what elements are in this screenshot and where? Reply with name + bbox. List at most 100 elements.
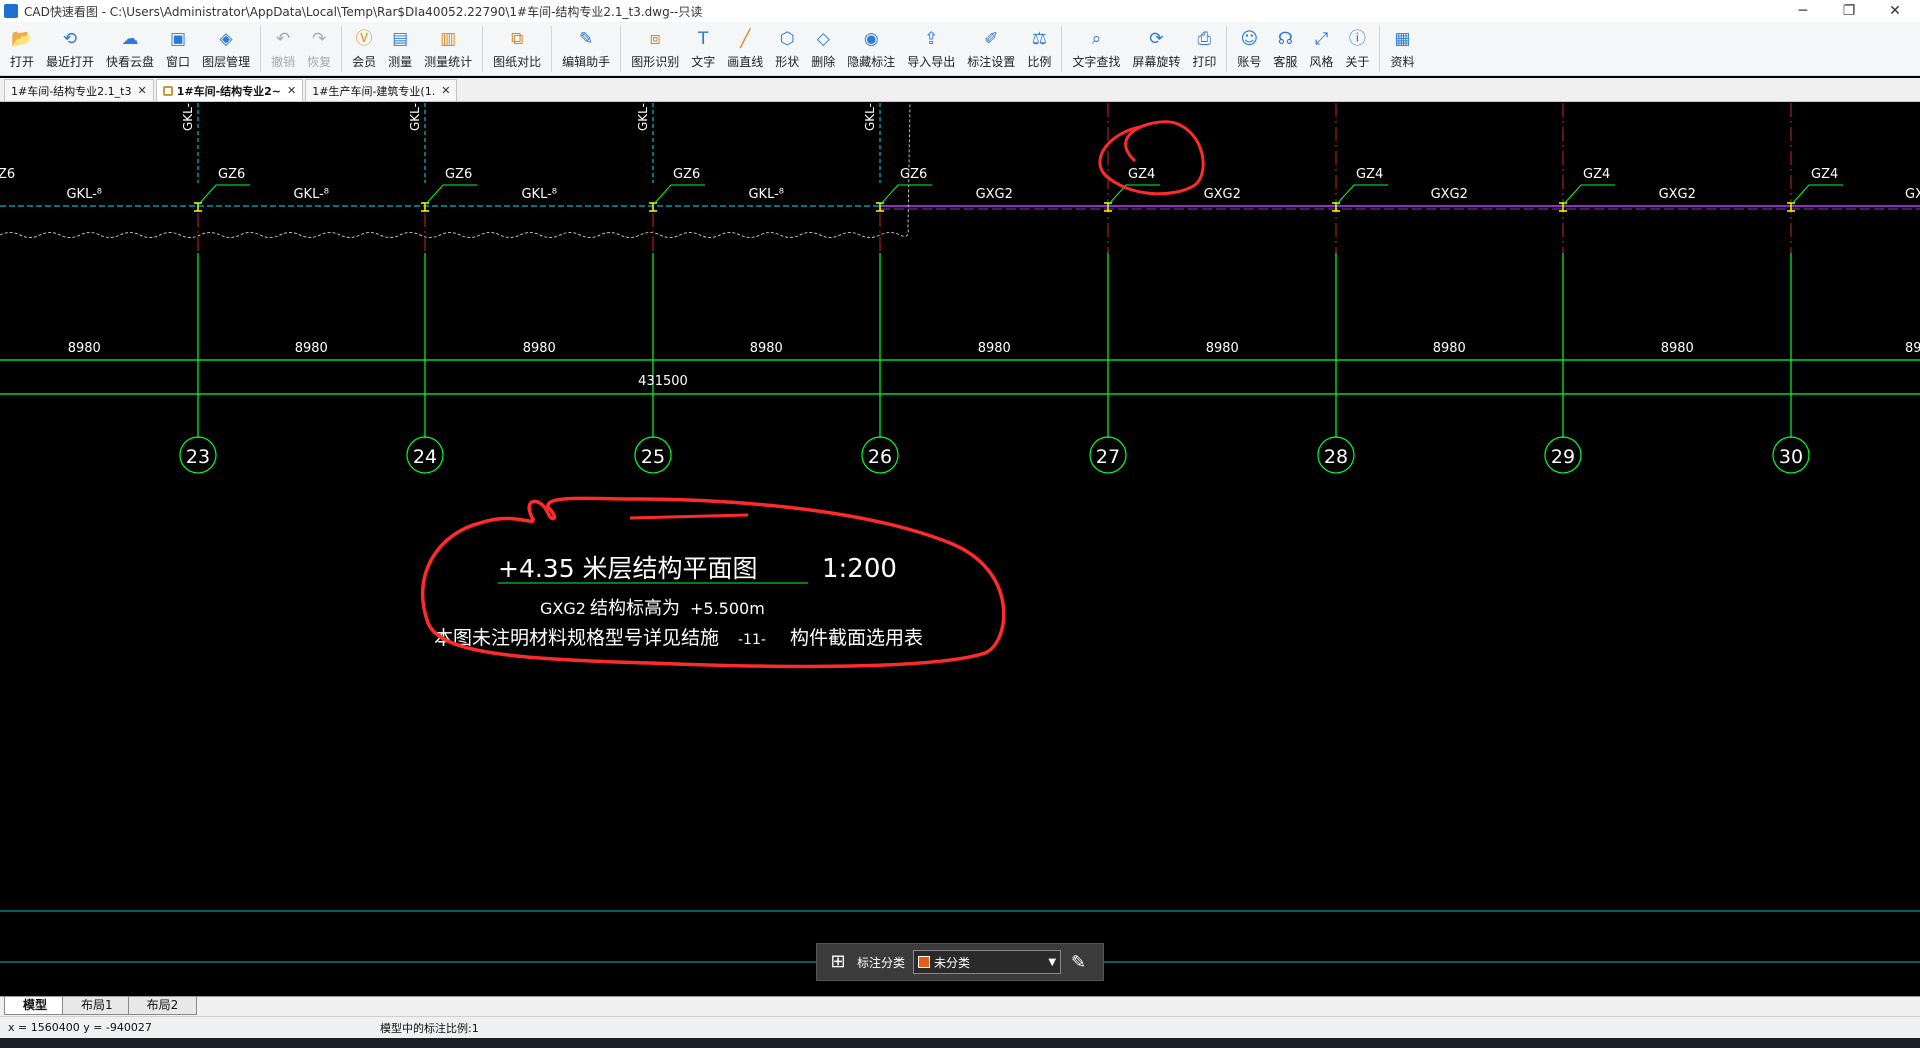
toolbar-button-headset[interactable]: ☊ 客服: [1267, 22, 1303, 76]
toolbar-button-shape[interactable]: ⬡ 形状: [769, 22, 805, 76]
annotation-category-bar: ⊞ 标注分类 未分类 ▼ ✎: [816, 943, 1104, 981]
column-label: GZ4: [1356, 167, 1383, 182]
restore-icon[interactable]: ❐: [1826, 0, 1872, 22]
column-marker: [1787, 202, 1795, 212]
axis-number: 29: [1551, 446, 1575, 468]
toolbar-button-label: 打印: [1192, 55, 1217, 69]
close-tab-icon[interactable]: ✕: [441, 84, 450, 97]
toolbar-button-docs[interactable]: ▦ 资料: [1384, 22, 1420, 76]
close-tab-icon[interactable]: ✕: [287, 84, 296, 97]
minimize-icon[interactable]: ─: [1780, 0, 1826, 22]
layout-tab-2[interactable]: 布局1: [62, 997, 132, 1015]
toolbar-button-eraser[interactable]: ◇ 删除: [805, 22, 841, 76]
tab-document-2[interactable]: 1#车间-结构专业2~ ✕: [155, 79, 304, 101]
toolbar-button-scale[interactable]: ⚖ 比例: [1021, 22, 1057, 76]
annotation-scale-text: 模型中的标注比例:1: [380, 1021, 479, 1035]
toolbar-button-label: 快看云盘: [106, 55, 155, 69]
drawing-scale: 1:200: [822, 554, 897, 584]
close-icon[interactable]: ✕: [1872, 0, 1918, 22]
layout-tabs: 模型 布局1 布局2: [0, 996, 1920, 1016]
measure-icon: ▤: [392, 29, 409, 49]
toolbar-button-label: 测量: [388, 55, 413, 69]
edit-icon[interactable]: ✎: [1071, 952, 1086, 973]
annotation-category-select[interactable]: 未分类 ▼: [913, 950, 1062, 974]
toolbar-button-cloud[interactable]: ☁ 快看云盘: [100, 22, 160, 76]
dimension-text: 8980: [750, 341, 783, 356]
toolbar-button-undo[interactable]: ↶ 撤销: [265, 22, 301, 76]
dimension-text: 8980: [978, 341, 1011, 356]
style-icon: ⤢: [1314, 29, 1329, 49]
vertical-beam-label: GKL-: [863, 103, 877, 131]
column-label: GZ4: [1811, 167, 1838, 182]
toolbar-button-folder[interactable]: 📂 打开: [4, 22, 40, 76]
toolbar-button-redo[interactable]: ↷ 恢复: [301, 22, 337, 76]
toolbar-button-printer[interactable]: ⎙ 打印: [1186, 22, 1222, 76]
column-label: GZ6: [445, 167, 472, 182]
annotation-settings-icon: ✐: [984, 29, 999, 49]
dimension-text: 8980: [1433, 341, 1466, 356]
shape-recognize-icon: ⧈: [649, 29, 661, 49]
note2-tail: 构件截面选用表: [790, 627, 923, 649]
toolbar-button-window[interactable]: ▣ 窗口: [160, 22, 196, 76]
toolbar-button-hide-eye[interactable]: ◉ 隐藏标注: [841, 22, 901, 76]
tab-label: 1#车间-结构专业2~: [176, 84, 282, 98]
axis-number: 24: [413, 446, 437, 468]
column-label: GZ4: [1128, 167, 1155, 182]
toolbar-button-shape-recognize[interactable]: ⧈ 图形识别: [625, 22, 685, 76]
toolbar-button-measure-stats[interactable]: ▥ 测量统计: [418, 22, 478, 76]
title-bar: CAD快速看图 - C:\Users\Administrator\AppData…: [0, 0, 1920, 22]
column-marker: [876, 202, 884, 212]
grid-menu-icon[interactable]: ⊞: [827, 951, 849, 973]
toolbar-button-import-export[interactable]: ⇪ 导入导出: [901, 22, 961, 76]
beam-label: GKL-⁸: [521, 187, 557, 202]
toolbar-button-history[interactable]: ⟲ 最近打开: [40, 22, 100, 76]
document-tabs: 1#车间-结构专业2.1_t3 ✕ 1#车间-结构专业2~ ✕ 1#生产车间-建筑专业(…: [0, 78, 1920, 102]
beam-label: GXG2: [1204, 187, 1241, 202]
toolbar-button-rotate-screen[interactable]: ⟳ 屏幕旋转: [1126, 22, 1186, 76]
toolbar-button-line[interactable]: ╱ 画直线: [721, 22, 769, 76]
toolbar-button-measure[interactable]: ▤ 测量: [382, 22, 418, 76]
toolbar-button-style[interactable]: ⤢ 风格: [1303, 22, 1339, 76]
drawing-canvas[interactable]: 23 GZ6 GKL- GKL-⁸ 8980 24 GZ6 GKL- GKL-⁸ 8980 25 GZ…: [0, 103, 1920, 996]
close-tab-icon[interactable]: ✕: [138, 84, 147, 97]
status-bar: x = 1560400 y = -940027 模型中的标注比例:1: [0, 1016, 1920, 1038]
toolbar-button-edit-assistant[interactable]: ✎ 编辑助手: [556, 22, 616, 76]
toolbar-button-vip[interactable]: Ⓥ 会员: [346, 22, 382, 76]
scale-icon: ⚖: [1031, 29, 1047, 49]
category-selected-value: 未分类: [934, 955, 971, 970]
chevron-down-icon[interactable]: ▼: [1048, 957, 1056, 968]
shape-icon: ⬡: [779, 29, 795, 49]
column-label-partial: Z6: [0, 167, 15, 182]
beam-label: GXG2: [1905, 187, 1920, 202]
toolbar-button-info[interactable]: ⓘ 关于: [1339, 22, 1375, 76]
dimension-text: 8980: [295, 341, 328, 356]
toolbar-button-annotation-settings[interactable]: ✐ 标注设置: [961, 22, 1021, 76]
vertical-beam-label: GKL-: [408, 103, 422, 131]
drawing-title: +4.35 米层结构平面图: [498, 554, 758, 583]
column-marker: [1559, 202, 1567, 212]
toolbar-button-text[interactable]: T 文字: [685, 22, 721, 76]
main-toolbar: 📂 打开 ⟲ 最近打开 ☁ 快看云盘 ▣ 窗口 ◈ 图层管理 ↶ 撤销 ↷ 恢复 Ⓥ 会员 ▤ 测量 ▥ 测量统计 ⧉ 图…: [0, 22, 1920, 76]
toolbar-button-label: 屏幕旋转: [1132, 55, 1181, 69]
beam-label: GKL-⁸: [293, 187, 329, 202]
toolbar-button-layers[interactable]: ◈ 图层管理: [196, 22, 256, 76]
toolbar-separator: [551, 26, 553, 72]
user-icon: ☺: [1240, 29, 1259, 49]
toolbar-button-label: 测量统计: [424, 55, 473, 69]
rotate-screen-icon: ⟳: [1149, 29, 1164, 49]
layout-tab-1[interactable]: 模型: [4, 997, 67, 1015]
tab-document-3[interactable]: 1#生产车间-建筑专业(1. ✕: [305, 79, 458, 101]
layout-tab-3[interactable]: 布局2: [127, 997, 198, 1015]
column-leader: [652, 184, 705, 206]
toolbar-button-text-search[interactable]: ⌕ 文字查找: [1066, 22, 1126, 76]
toolbar-button-compare[interactable]: ⧉ 图纸对比: [487, 22, 547, 76]
beam-label: GXG2: [1431, 187, 1468, 202]
toolbar-button-user[interactable]: ☺ 账号: [1231, 22, 1267, 76]
redo-icon: ↷: [311, 29, 327, 49]
dimension-text: 8980: [1905, 341, 1920, 356]
undo-icon: ↶: [275, 29, 291, 49]
vertical-beam-label: GKL-: [636, 103, 650, 131]
toolbar-button-label: 账号: [1237, 55, 1262, 69]
tab-document-1[interactable]: 1#车间-结构专业2.1_t3 ✕: [4, 79, 154, 101]
cad-drawing[interactable]: 23 GZ6 GKL- GKL-⁸ 8980 24 GZ6 GKL- GKL-⁸ 8980 25 GZ…: [0, 103, 1920, 996]
